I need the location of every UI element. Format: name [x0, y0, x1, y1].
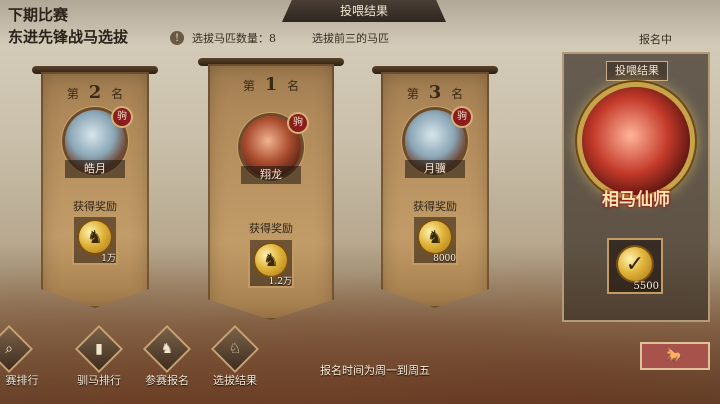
horse-icon: ♞ [145, 327, 189, 371]
panel-title: 投喂结果 [607, 62, 667, 80]
rank-label: 第 3 名 [381, 82, 489, 103]
rank-prefix: 第 [242, 79, 255, 93]
bar-chart-icon: ▮ [77, 327, 121, 371]
rank-number: 3 [428, 82, 442, 103]
nav-race-ranking[interactable]: ⌕ 赛排行 [0, 327, 62, 398]
nav-label: 参赛报名 [145, 374, 189, 387]
nav-label: 选拔结果 [213, 374, 257, 387]
selection-info: ! 选拔马匹数量：8 选拔前三的马匹 [170, 28, 560, 48]
reward-amount: 1万 [101, 254, 116, 264]
nav-training-ranking[interactable]: ▮ 驯马排行 [68, 327, 130, 398]
reward-label: 获得奖励 [413, 200, 457, 213]
registration-status: 报名中 [639, 33, 672, 46]
rank-suffix: 名 [111, 87, 124, 101]
reward-label: 获得奖励 [73, 200, 117, 213]
horse-portrait[interactable]: 驹 翔龙 [241, 114, 307, 184]
rank-banner-3: 第 3 名 驹 月骥 获得奖励 ♞ 8000 [381, 72, 489, 308]
reward-item[interactable]: ♞ 1万 [72, 215, 118, 265]
panel-reward-amount: 5500 [633, 281, 659, 292]
reward-item[interactable]: ♞ 1.2万 [248, 238, 294, 288]
medal-title: 相马仙师 [602, 190, 670, 210]
bottom-nav: ⌕ 赛排行 ▮ 驯马排行 ♞ 参赛报名 ♘ 选拔结果 [0, 327, 266, 398]
rank-banner-2: 第 2 名 驹 皓月 获得奖励 ♞ 1万 [41, 72, 149, 308]
horse-portrait[interactable]: 驹 皓月 [65, 108, 131, 178]
next-race-title: 下期比赛 [8, 6, 69, 24]
horse-grade-badge: 驹 [453, 108, 471, 126]
nav-label: 赛排行 [5, 374, 39, 387]
horse-name: 月骥 [405, 160, 465, 178]
horse-name: 皓月 [65, 160, 125, 178]
nav-label: 驯马排行 [77, 374, 121, 387]
rank-label: 第 1 名 [208, 74, 334, 95]
reward-amount: 8000 [433, 254, 456, 264]
feeding-results-panel: 投喂结果 相马仙师 ✓ 5500 [562, 52, 710, 322]
registration-time-notice: 报名时间为周一到周五 [320, 364, 430, 377]
reward-item[interactable]: ♞ 8000 [412, 215, 458, 265]
horse-master-medal-icon[interactable] [582, 87, 690, 195]
feed-horse-button[interactable]: 🐎 [642, 344, 708, 368]
horse-coin-icon: ♞ [419, 221, 451, 253]
rank-prefix: 第 [406, 87, 419, 101]
rank-number: 1 [264, 74, 278, 95]
nav-race-signup[interactable]: ♞ 参赛报名 [136, 327, 198, 398]
rank-label: 第 2 名 [41, 82, 149, 103]
magnifier-icon: ⌕ [0, 327, 31, 371]
top-three-text: 选拔前三的马匹 [312, 32, 389, 45]
rank-suffix: 名 [287, 79, 300, 93]
nav-selection-results[interactable]: ♘ 选拔结果 [204, 327, 266, 398]
horse-badge-icon: ♘ [213, 327, 257, 371]
check-coin-icon: ✓ [618, 247, 652, 281]
rank-number: 2 [88, 82, 102, 103]
rank-prefix: 第 [66, 87, 79, 101]
horse-coin-icon: ♞ [255, 244, 287, 276]
reward-label: 获得奖励 [249, 222, 293, 235]
horse-name: 翔龙 [241, 166, 301, 184]
horse-portrait[interactable]: 驹 月骥 [405, 108, 471, 178]
horse-coin-icon: ♞ [79, 221, 111, 253]
horse-grade-badge: 驹 [289, 114, 307, 132]
info-icon: ! [170, 31, 184, 45]
horse-count-text: 选拔马匹数量：8 [192, 32, 276, 45]
rank-suffix: 名 [451, 87, 464, 101]
panel-reward-item[interactable]: ✓ 5500 [607, 238, 663, 294]
rank-banner-1: 第 1 名 驹 翔龙 获得奖励 ♞ 1.2万 [208, 64, 334, 320]
feeding-results-tab[interactable]: 投喂结果 [282, 0, 446, 22]
horse-grade-badge: 驹 [113, 108, 131, 126]
reward-amount: 1.2万 [268, 277, 292, 287]
race-name: 东进先锋战马选拔 [8, 28, 129, 46]
